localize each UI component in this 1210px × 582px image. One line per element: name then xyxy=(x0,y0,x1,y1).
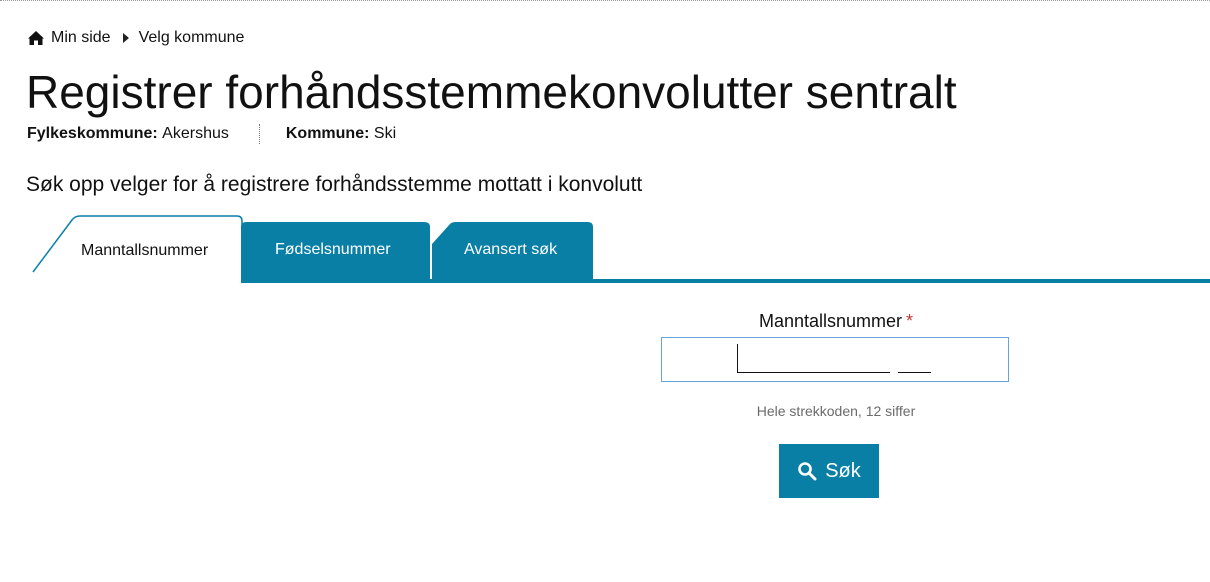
caret-right-icon xyxy=(122,33,129,43)
required-marker: * xyxy=(906,311,914,331)
county-label: Fylkeskommune: xyxy=(27,125,158,142)
breadcrumb: Min side Velg kommune xyxy=(27,28,244,48)
search-tabs: Manntallsnummer Fødselsnummer Avansert s… xyxy=(0,214,1210,284)
manntallsnummer-input[interactable] xyxy=(662,338,1008,381)
municipality-value: Ski xyxy=(373,125,397,142)
input-mask-segment-2 xyxy=(898,372,931,373)
search-icon xyxy=(798,462,817,481)
field-hint: Hele strekkoden, 12 siffer xyxy=(756,403,916,419)
instruction-heading: Søk opp velger for å registrere forhånds… xyxy=(26,173,643,196)
meta-divider xyxy=(258,124,260,144)
context-info: Fylkeskommune: Akershus Kommune: Ski xyxy=(27,124,396,144)
page-title: Registrer forhåndsstemmekonvolutter sent… xyxy=(26,66,957,118)
breadcrumb-link-velg-kommune[interactable]: Velg kommune xyxy=(139,29,245,47)
county-value: Akershus xyxy=(162,125,229,142)
field-label-text: Manntallsnummer xyxy=(758,311,903,331)
tab-manntallsnummer-label[interactable]: Manntallsnummer xyxy=(81,242,208,260)
manntallsnummer-field-label: Manntallsnummer * xyxy=(662,311,1010,332)
tab-avansert-sok-label[interactable]: Avansert søk xyxy=(464,241,557,259)
top-divider xyxy=(0,0,1210,1)
input-mask-segment-1 xyxy=(738,372,890,373)
text-cursor xyxy=(737,344,738,373)
tab-fodselsnummer-label[interactable]: Fødselsnummer xyxy=(275,241,391,259)
home-icon xyxy=(28,31,44,45)
search-button[interactable]: Søk xyxy=(779,444,879,498)
search-button-label: Søk xyxy=(825,459,861,482)
manntallsnummer-input-box xyxy=(661,337,1009,382)
breadcrumb-link-min-side[interactable]: Min side xyxy=(51,29,111,47)
municipality-label: Kommune: xyxy=(285,125,370,142)
